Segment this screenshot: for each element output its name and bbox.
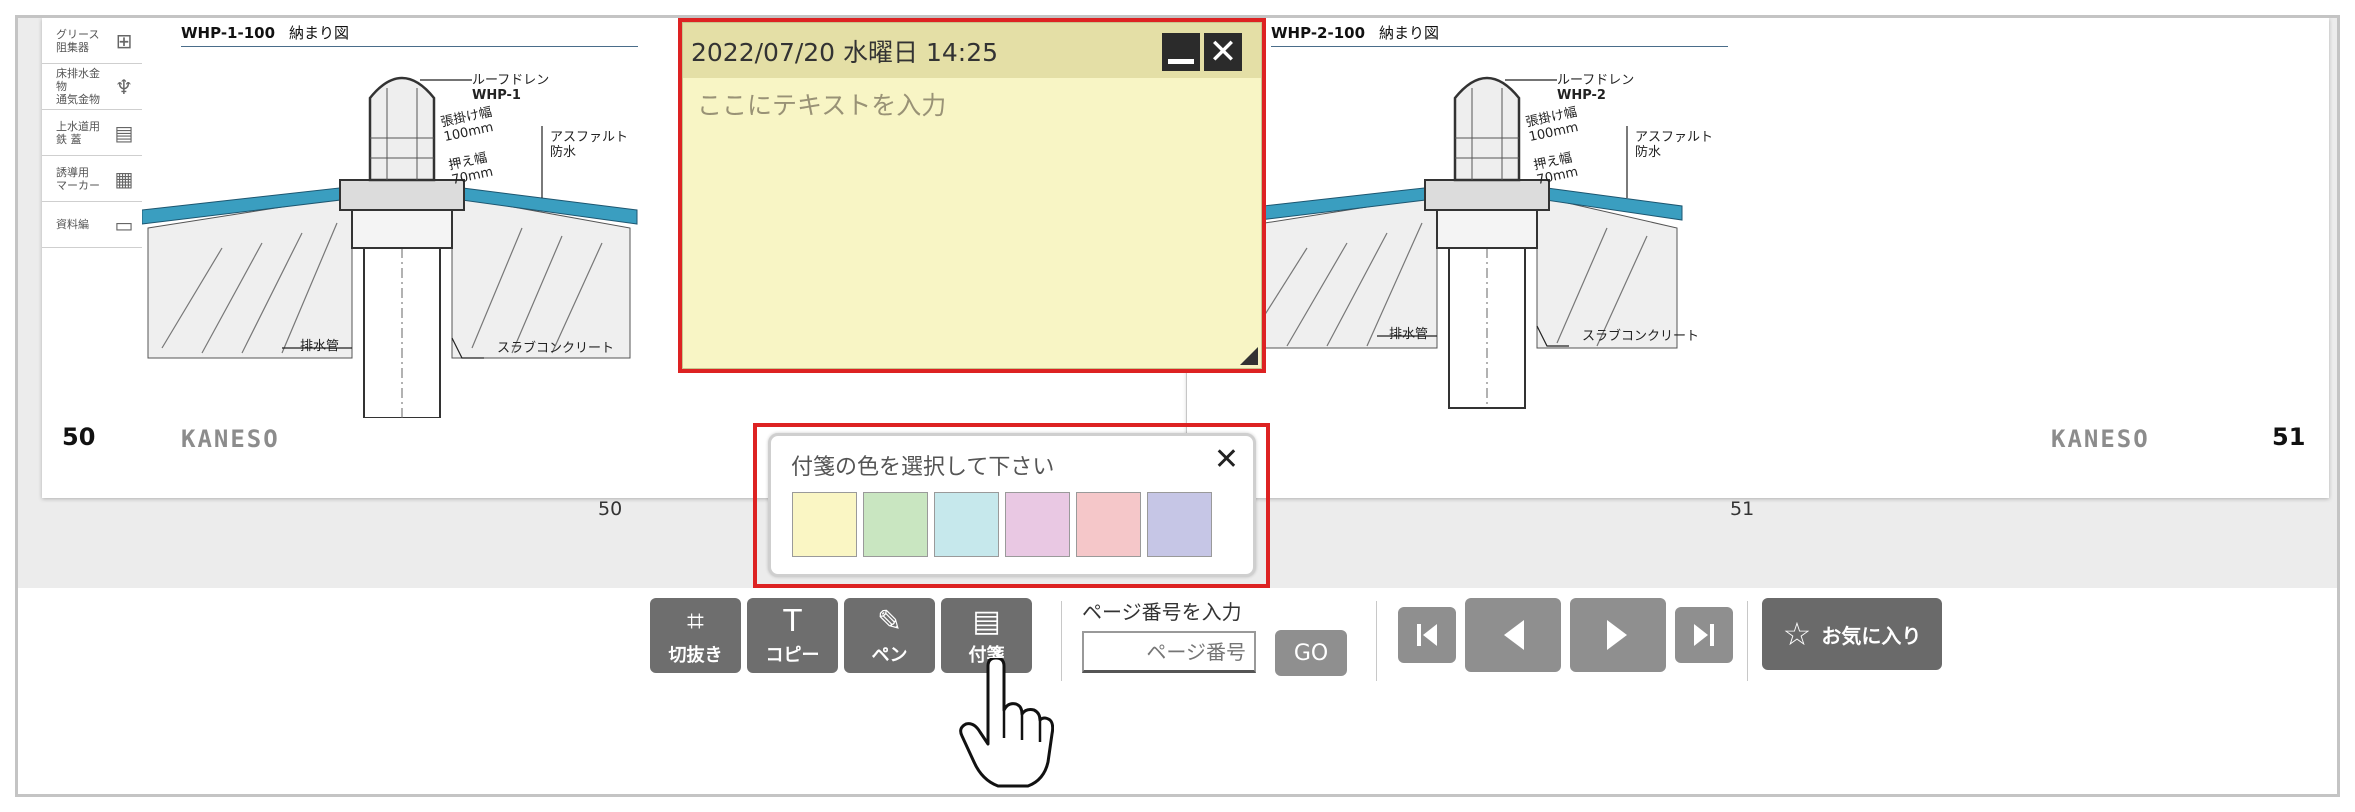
page-right[interactable]: WHP-2-100 納まり図 ルーフドレン WHP-2 張掛け幅 100mm 押… <box>1187 18 2329 498</box>
swatch-purple[interactable] <box>1147 492 1212 557</box>
sticky-note-icon: ▤ <box>972 603 1001 639</box>
last-page-button[interactable] <box>1675 607 1733 663</box>
category-label: 資料編 <box>56 218 89 231</box>
swatch-pink[interactable] <box>1005 492 1070 557</box>
category-label: 上水道用 鉄 蓋 <box>56 119 100 146</box>
title-rule <box>181 46 638 47</box>
roof-drain-drawing <box>142 76 638 418</box>
crop-button[interactable]: ⌗ 切抜き <box>650 598 741 673</box>
go-button[interactable]: GO <box>1275 630 1347 676</box>
drawing-title: WHP-2-100 納まり図 <box>1271 22 1439 43</box>
label-asphalt: アスファルト 防水 <box>550 130 628 160</box>
label-roof-drain: ルーフドレン WHP-2 <box>1557 73 1634 103</box>
page-indicator-left: 50 <box>598 498 623 520</box>
drawing-code: WHP-2-100 <box>1271 24 1366 42</box>
resize-handle-icon[interactable] <box>1240 347 1258 365</box>
document-viewer[interactable]: グリース 阻集器 ⊞ 床排水金物 通気金物 ♆ 上水道用 鉄 蓋 ▤ 誘導用 マ… <box>18 18 2337 588</box>
chevron-right-icon <box>1607 620 1627 650</box>
brand-logo-right: KANESO <box>2051 425 2150 453</box>
category-tab-floor-drain[interactable]: 床排水金物 通気金物 ♆ <box>42 64 142 110</box>
label-text: アスファルト <box>1635 130 1714 145</box>
prev-page-button[interactable] <box>1465 598 1561 672</box>
close-icon: ✕ <box>1208 32 1238 72</box>
copy-button[interactable]: T コピー <box>747 598 838 673</box>
chevron-left-icon <box>1504 620 1524 650</box>
favorite-button[interactable]: ☆ お気に入り <box>1762 598 1942 670</box>
page-input-label: ページ番号を入力 <box>1082 600 1242 624</box>
brand-logo-left: KANESO <box>181 425 280 453</box>
label-roof-drain: ルーフドレン WHP-1 <box>472 73 549 103</box>
swatch-green[interactable] <box>863 492 928 557</box>
label-drain-pipe: 排水管 <box>1389 327 1429 342</box>
label-text: ルーフドレン <box>1557 73 1635 88</box>
crop-label: 切抜き <box>668 644 723 666</box>
pen-label: ペン <box>871 644 908 666</box>
text-copy-icon: T <box>783 603 802 639</box>
label-model: WHP-1 <box>472 88 521 103</box>
minimize-icon <box>1168 58 1194 64</box>
title-rule <box>1271 46 1728 47</box>
page-indicator-right: 51 <box>1730 498 1755 520</box>
label-drain-pipe: 排水管 <box>300 339 340 354</box>
first-page-icon <box>1417 624 1437 646</box>
category-tab-docs[interactable]: 資料編 ▭ <box>42 202 142 248</box>
color-swatches <box>792 492 1212 557</box>
swatch-cyan[interactable] <box>934 492 999 557</box>
grease-trap-icon: ⊞ <box>115 28 133 53</box>
toolbar-divider <box>1747 601 1748 681</box>
drawing-subtitle: 納まり図 <box>1379 24 1440 42</box>
first-page-button[interactable] <box>1398 607 1456 663</box>
color-picker-popup: 付箋の色を選択して下さい ✕ <box>768 433 1256 577</box>
pen-icon: ✎ <box>876 603 903 639</box>
page-number-right: 51 <box>2272 423 2306 451</box>
favorite-label: お気に入り <box>1821 623 1922 648</box>
color-picker-title: 付箋の色を選択して下さい <box>791 455 1055 480</box>
category-tab-marker[interactable]: 誘導用 マーカー ▦ <box>42 156 142 202</box>
label-text: アスファルト <box>550 130 629 145</box>
page-number-input[interactable] <box>1082 631 1256 673</box>
label-text: 防水 <box>1635 145 1662 160</box>
next-page-button[interactable] <box>1570 598 1666 672</box>
label-text: ルーフドレン <box>472 73 550 88</box>
swatch-red[interactable] <box>1076 492 1141 557</box>
toolbar-divider <box>1061 601 1062 681</box>
app-frame: グリース 阻集器 ⊞ 床排水金物 通気金物 ♆ 上水道用 鉄 蓋 ▤ 誘導用 マ… <box>15 15 2340 797</box>
label-model: WHP-2 <box>1557 88 1606 103</box>
star-icon: ☆ <box>1782 615 1812 653</box>
hand-pointer-icon <box>959 658 1054 788</box>
label-asphalt: アスファルト 防水 <box>1635 130 1713 160</box>
copy-label: コピー <box>765 644 820 666</box>
manhole-cover-icon: ▤ <box>114 120 134 145</box>
label-slab: スラブコンクリート <box>1582 329 1700 344</box>
book-icon: ▭ <box>114 212 134 237</box>
sticky-note[interactable]: 2022/07/20 水曜日 14:25 ✕ ここにテキストを入力 <box>678 18 1266 373</box>
pen-button[interactable]: ✎ ペン <box>844 598 935 673</box>
category-tab-grease[interactable]: グリース 阻集器 ⊞ <box>42 18 142 64</box>
label-text: 防水 <box>550 145 577 160</box>
drawing-title: WHP-1-100 納まり図 <box>181 22 349 43</box>
floor-drain-icon: ♆ <box>115 74 133 99</box>
close-picker-button[interactable]: ✕ <box>1214 442 1239 477</box>
swatch-yellow[interactable] <box>792 492 857 557</box>
category-label: グリース 阻集器 <box>56 27 100 54</box>
sticky-note-datetime: 2022/07/20 水曜日 14:25 <box>691 37 999 67</box>
page-number-left: 50 <box>62 423 96 451</box>
category-label: 床排水金物 通気金物 <box>56 67 100 106</box>
last-page-icon <box>1694 624 1714 646</box>
drawing-subtitle: 納まり図 <box>289 24 350 42</box>
minimize-button[interactable] <box>1162 33 1200 71</box>
toolbar-divider <box>1376 601 1377 681</box>
marker-icon: ▦ <box>114 166 134 191</box>
roof-drain-drawing <box>1227 76 1683 409</box>
sticky-note-text-input[interactable]: ここにテキストを入力 <box>697 86 946 122</box>
close-note-button[interactable]: ✕ <box>1204 33 1242 71</box>
label-slab: スラブコンクリート <box>497 341 615 356</box>
category-label: 誘導用 マーカー <box>56 165 100 192</box>
category-tab-cover[interactable]: 上水道用 鉄 蓋 ▤ <box>42 110 142 156</box>
sticky-note-body[interactable]: 2022/07/20 水曜日 14:25 ✕ ここにテキストを入力 <box>682 22 1262 369</box>
category-index: グリース 阻集器 ⊞ 床排水金物 通気金物 ♆ 上水道用 鉄 蓋 ▤ 誘導用 マ… <box>42 18 142 248</box>
drawing-code: WHP-1-100 <box>181 24 276 42</box>
crop-icon: ⌗ <box>687 603 704 639</box>
